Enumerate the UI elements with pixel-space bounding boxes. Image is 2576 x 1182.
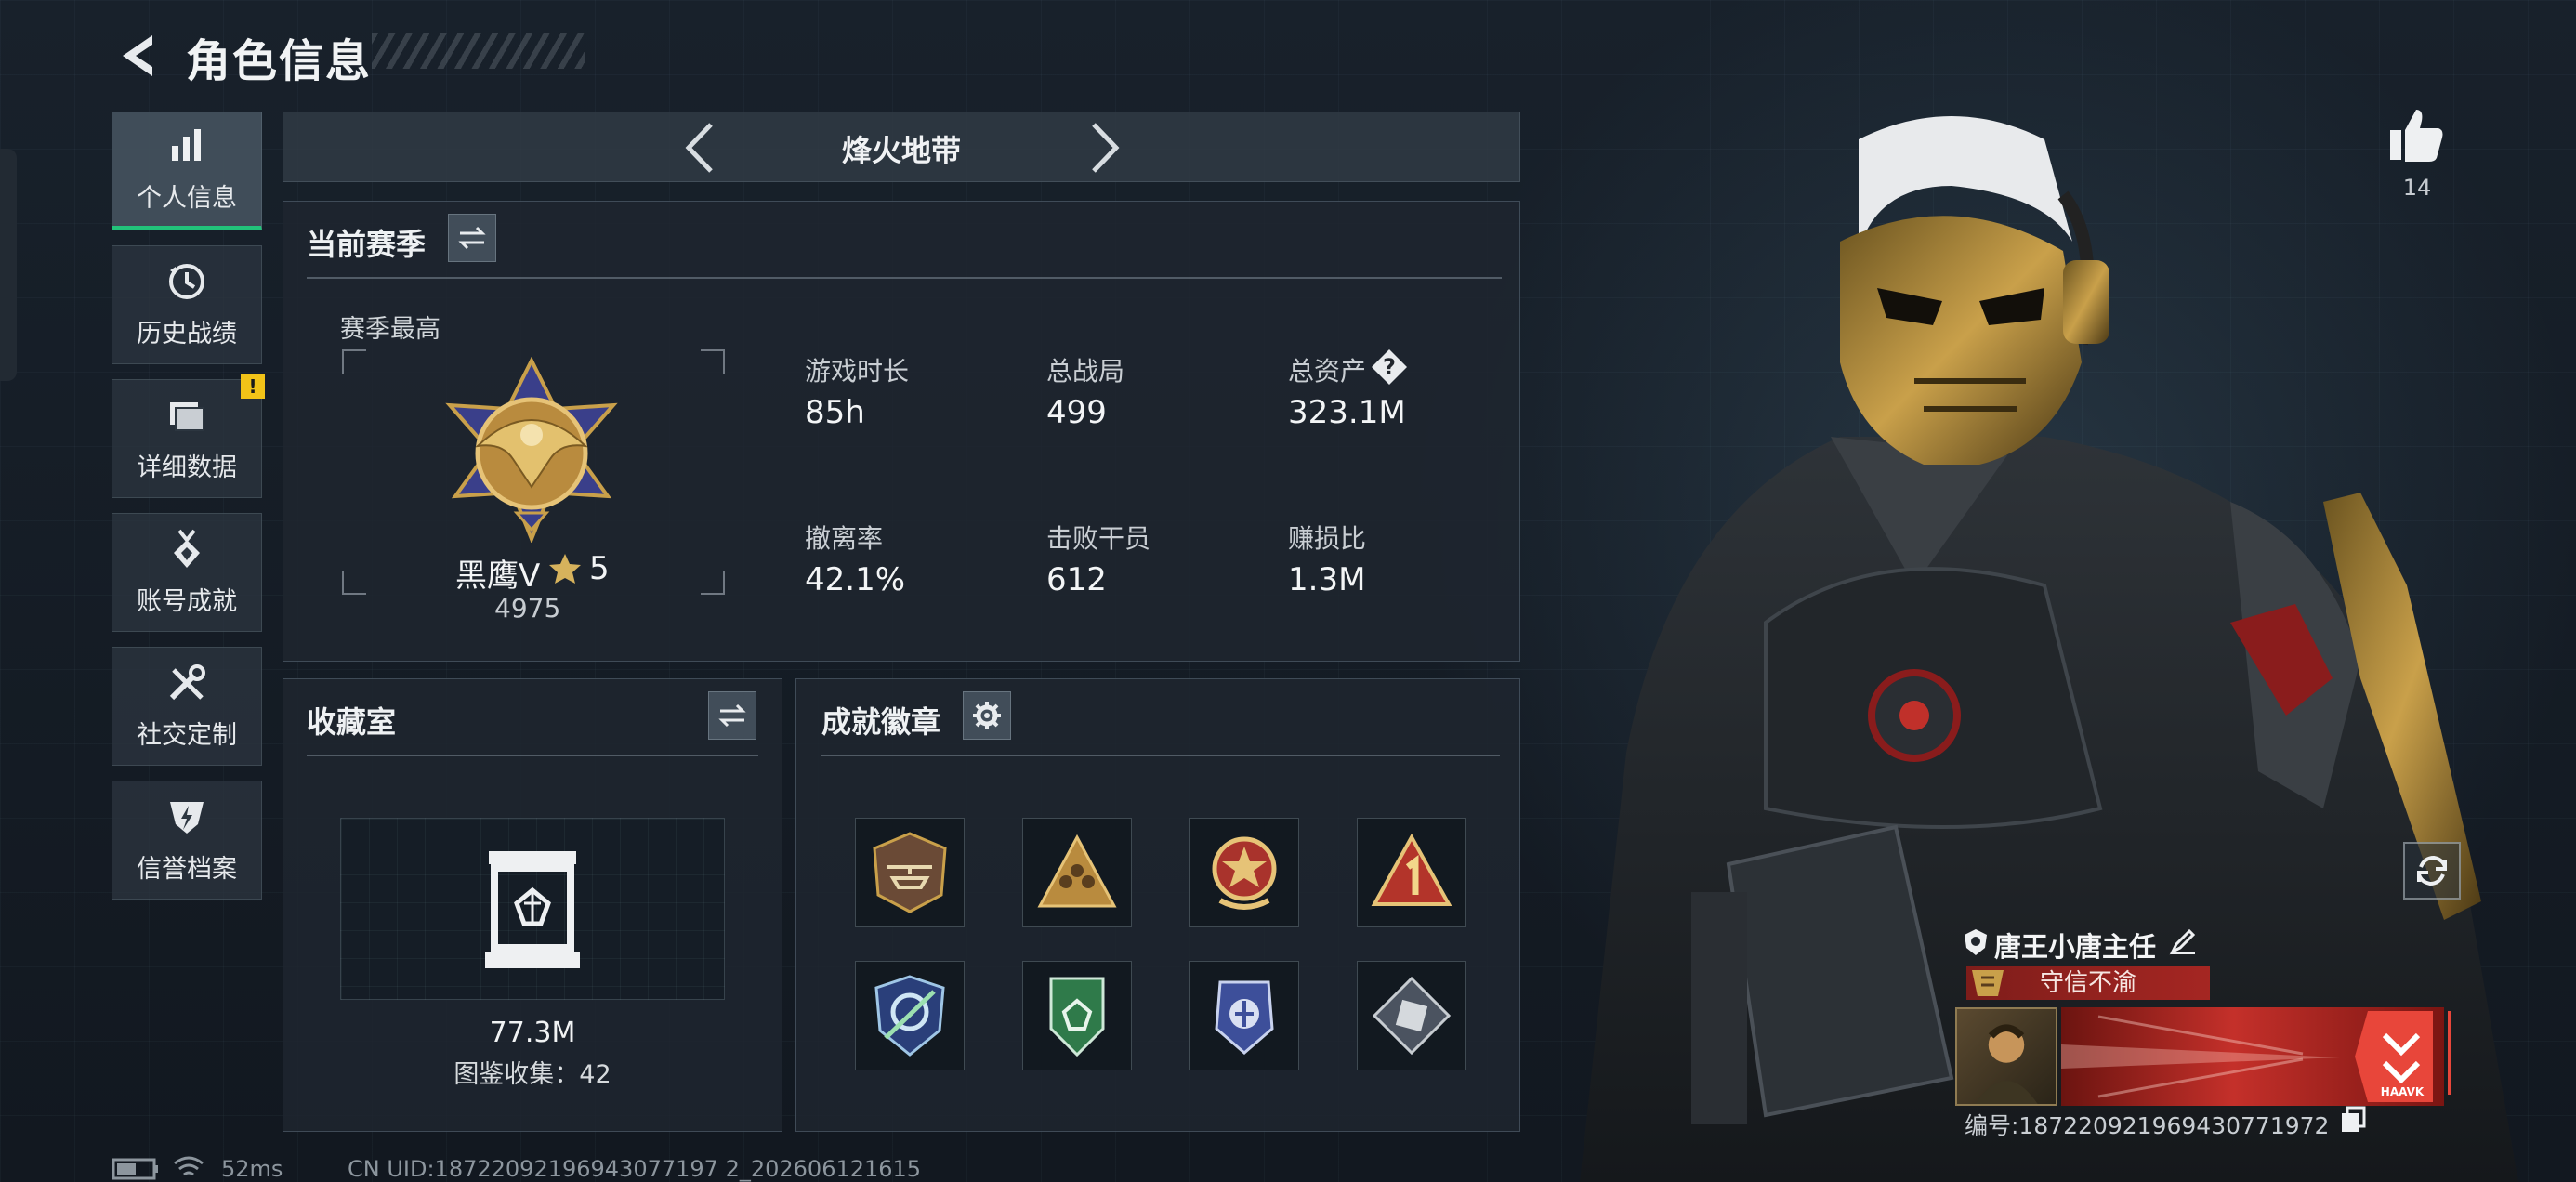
player-shield-icon — [1965, 929, 1987, 955]
divider — [307, 755, 758, 756]
title-decoration — [372, 33, 585, 69]
nav-item-account-achievements[interactable]: 账号成就 — [112, 513, 262, 632]
bar-chart-icon — [166, 125, 207, 166]
card-brand-text: HAAVK — [2380, 1085, 2425, 1098]
helicopter-badge-icon[interactable] — [855, 818, 965, 927]
achievements-settings-button[interactable] — [963, 691, 1011, 740]
nav-label: 账号成就 — [137, 586, 237, 616]
swap-arrows-icon — [458, 226, 486, 250]
nav-label: 信誉档案 — [137, 854, 237, 884]
refresh-icon — [2417, 855, 2447, 886]
tools-icon — [166, 663, 207, 703]
achievements-title: 成就徽章 — [821, 704, 941, 740]
stat-value-total-assets: 323.1M — [1288, 394, 1406, 431]
mode-title: 烽火地带 — [841, 133, 961, 168]
player-name: 唐王小唐主任 — [1994, 931, 2157, 963]
achievement-medal-icon — [166, 529, 207, 570]
display-case-icon — [485, 851, 580, 968]
green-shield-badge-icon[interactable] — [1022, 961, 1132, 1070]
stat-value-profit-ratio: 1.3M — [1288, 561, 1366, 598]
season-best-label: 赛季最高 — [340, 315, 440, 344]
gear-icon — [973, 702, 1001, 729]
like-count: 14 — [2402, 175, 2432, 201]
back-arrow-icon — [123, 35, 152, 76]
blue-crest-badge-icon[interactable] — [1189, 961, 1299, 1070]
rank-star-icon — [549, 554, 581, 584]
stat-label-profit-ratio: 赚损比 — [1288, 523, 1367, 554]
stat-value-playtime: 85h — [805, 394, 865, 431]
rank-points: 4975 — [494, 593, 561, 624]
rank-name: 黑鹰Ⅴ — [455, 558, 541, 595]
side-edge-tab[interactable] — [0, 149, 17, 381]
stat-label-operators-defeated: 击败干员 — [1046, 523, 1151, 554]
edit-icon[interactable] — [2169, 927, 2197, 955]
nav-item-credit-record[interactable]: 信誉档案 — [112, 781, 262, 900]
card-accent-bar — [2448, 1011, 2451, 1095]
swap-arrows-icon — [718, 703, 746, 728]
nav-item-social-custom[interactable]: 社交定制 — [112, 647, 262, 766]
star-wreath-badge-icon[interactable] — [1189, 818, 1299, 927]
mode-next-button[interactable] — [1077, 120, 1133, 176]
player-id: 编号:187220921969430771972 — [1965, 1112, 2330, 1139]
alert-badge: ! — [241, 374, 265, 399]
divider — [307, 277, 1502, 279]
history-clock-icon — [166, 261, 207, 302]
like-button[interactable] — [2386, 104, 2448, 165]
mode-selector: 烽火地带 — [283, 112, 1520, 182]
diamond-gear-badge-icon[interactable] — [1357, 961, 1466, 1070]
chevron-right-icon — [1092, 123, 1120, 173]
collection-swap-button[interactable] — [708, 691, 756, 740]
avatar-portrait-icon — [1975, 1024, 2038, 1104]
nav-item-history[interactable]: 历史战绩 — [112, 245, 262, 364]
credit-shield-icon — [166, 796, 207, 837]
season-title: 当前赛季 — [307, 227, 427, 262]
ping-text: 52ms — [221, 1156, 283, 1182]
rank-emblem-icon — [445, 357, 618, 543]
season-swap-button[interactable] — [448, 214, 496, 262]
stat-value-total-matches: 499 — [1046, 394, 1107, 431]
copy-icon[interactable] — [2340, 1106, 2366, 1134]
nav-item-personal-info[interactable]: 个人信息 — [112, 112, 262, 230]
stat-label-playtime: 游戏时长 — [805, 356, 910, 387]
uid-text: CN UID:18722092196943077197 2_2026061216… — [348, 1156, 922, 1182]
page-title: 角色信息 — [186, 35, 373, 87]
title-emblem-icon — [1972, 970, 2004, 996]
refresh-button[interactable] — [2403, 842, 2461, 900]
sidebar-nav: 个人信息 历史战绩 ! 详细数据 账号成就 社交定制 信誉档案 — [112, 112, 265, 914]
triangle-squad-badge-icon[interactable] — [1022, 818, 1132, 927]
rank-stars: 5 — [589, 550, 610, 587]
number-one-badge-icon[interactable] — [1357, 818, 1466, 927]
stat-value-operators-defeated: 612 — [1046, 561, 1107, 598]
nav-label: 社交定制 — [137, 720, 237, 750]
stat-label-total-matches: 总战局 — [1046, 356, 1125, 387]
stat-label-extraction-rate: 撤离率 — [805, 523, 884, 554]
collection-value: 77.3M — [489, 1017, 576, 1049]
battery-icon — [112, 1158, 158, 1180]
divider — [821, 755, 1500, 756]
stat-label-total-assets: 总资产 — [1288, 356, 1367, 387]
stat-value-extraction-rate: 42.1% — [805, 561, 906, 598]
wifi-icon — [174, 1156, 204, 1176]
arrows-shield-badge-icon[interactable] — [855, 961, 965, 1070]
nav-label: 详细数据 — [137, 453, 237, 482]
folder-icon — [166, 395, 207, 436]
collection-catalog: 图鉴收集：42 — [453, 1060, 611, 1089]
thumbs-up-icon — [2390, 110, 2443, 162]
back-button[interactable] — [110, 28, 165, 84]
name-card[interactable]: HAAVK — [2061, 1007, 2444, 1106]
nav-label: 个人信息 — [137, 183, 237, 213]
avatar[interactable] — [1955, 1007, 2057, 1106]
nav-label: 历史战绩 — [137, 319, 237, 348]
collection-title: 收藏室 — [307, 704, 397, 740]
nav-item-detailed-data[interactable]: ! 详细数据 — [112, 374, 265, 498]
